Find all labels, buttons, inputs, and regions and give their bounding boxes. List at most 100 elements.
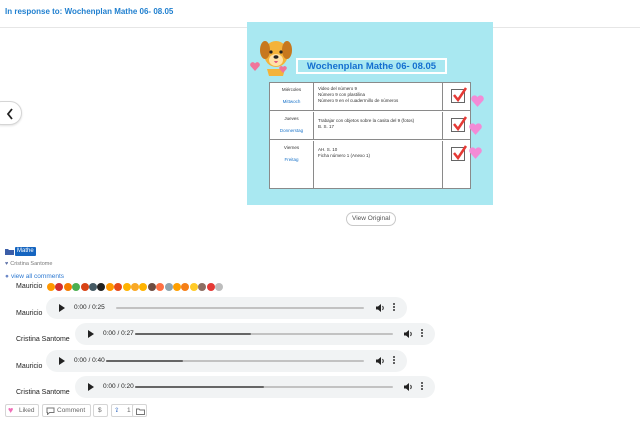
emoji-icon: [55, 283, 64, 291]
emoji-icon: [72, 283, 81, 291]
comment-author: Mauricio: [16, 363, 43, 370]
volume-icon[interactable]: [375, 303, 385, 313]
check-cell: [442, 141, 472, 189]
day-cell: Viernes Freitag: [270, 141, 314, 189]
emoji-icon: [206, 283, 215, 291]
task-text: B. S. 17: [318, 124, 335, 129]
emoji-icon: [156, 283, 165, 291]
audio-time: 0:00 / 0:40: [74, 357, 105, 364]
audio-time: 0:00 / 0:25: [74, 304, 105, 311]
share-count: 1: [127, 407, 131, 414]
emoji-icon: [131, 283, 139, 291]
heart-icon: ♥: [8, 405, 14, 415]
emoji-icon: [189, 283, 198, 291]
checkmark-icon: [453, 116, 468, 132]
task-text: Número 9 en el cuaderrnillo de números: [318, 98, 399, 103]
volume-icon[interactable]: [403, 382, 413, 392]
weekly-plan-table: Miércoles Mittwoch Video del número 9 Nú…: [269, 82, 471, 189]
day-spanish: Jueves: [284, 116, 299, 121]
play-icon[interactable]: [59, 304, 65, 312]
day-spanish: Miércoles: [281, 87, 302, 92]
table-row: Jueves Donnerstag Trabajar con objetos s…: [270, 112, 470, 140]
emoji-icon: [114, 283, 123, 291]
emoji-icon: [139, 283, 148, 291]
more-options-icon[interactable]: [420, 382, 424, 391]
in-response-title[interactable]: In response to: Wochenplan Mathe 06- 08.…: [5, 7, 173, 16]
check-cell: [442, 83, 472, 110]
heart-decoration: [279, 66, 287, 73]
audio-progress-fill: [135, 386, 264, 388]
emoji-icon: [147, 283, 156, 291]
heart-decoration: [471, 95, 484, 107]
checkbox: [451, 116, 468, 132]
play-icon[interactable]: [88, 383, 94, 391]
post-image[interactable]: Wochenplan Mathe 06- 08.05 Miércoles Mit…: [247, 22, 493, 205]
dollar-icon: $: [98, 407, 102, 414]
author-name: Cristina Santome: [10, 261, 53, 267]
tasks-cell: Trabajar con objetos sobre la casita del…: [318, 118, 414, 130]
day-cell: Jueves Donnerstag: [270, 112, 314, 139]
liked-by-line: ♥ Cristina Santome: [5, 261, 52, 267]
day-cell: Miércoles Mittwoch: [270, 83, 314, 110]
share-icon: ⇪: [114, 407, 120, 414]
emoji-icon: [47, 283, 55, 291]
emoji-icon: [198, 283, 207, 291]
emoji-icon: [181, 283, 190, 291]
audio-player[interactable]: 0:00 / 0:20: [75, 376, 435, 398]
audio-progress-fill: [135, 333, 252, 335]
share-button[interactable]: ⇪ 1: [111, 404, 134, 417]
heart-icon: ♥: [5, 261, 9, 267]
day-german: Freitag: [284, 157, 299, 162]
emoji-icon: [97, 283, 106, 291]
liked-label: Liked: [19, 407, 35, 414]
subject-tag[interactable]: Mathe: [15, 247, 36, 256]
more-options-icon[interactable]: [392, 356, 396, 365]
audio-time: 0:00 / 0:20: [103, 383, 134, 390]
volume-icon[interactable]: [375, 356, 385, 366]
back-button[interactable]: [0, 101, 22, 125]
table-row: Viernes Freitag AH. S. 10 Ficha número 1…: [270, 141, 470, 189]
emoji-icon: [63, 283, 72, 291]
comment-bubble-icon: ●: [5, 273, 9, 280]
play-icon[interactable]: [59, 357, 65, 365]
audio-progress-track[interactable]: [135, 386, 393, 388]
audio-progress-track[interactable]: [106, 360, 364, 362]
emoji-icon: [80, 283, 89, 291]
more-options-icon[interactable]: [420, 329, 424, 338]
checkbox: [451, 145, 468, 161]
checkmark-icon: [453, 145, 468, 161]
table-row: Miércoles Mittwoch Video del número 9 Nú…: [270, 83, 470, 111]
more-options-icon[interactable]: [392, 303, 396, 312]
audio-player[interactable]: 0:00 / 0:25: [46, 297, 407, 319]
liked-button[interactable]: ♥ Liked: [5, 404, 39, 417]
comment-author: Mauricio: [16, 310, 43, 317]
heart-decoration: [250, 62, 260, 71]
view-all-comments-link[interactable]: ● view all comments: [5, 273, 64, 280]
check-cell: [442, 112, 472, 139]
audio-progress-track[interactable]: [135, 333, 393, 335]
emoji-icon: [122, 283, 131, 291]
checkbox: [451, 87, 468, 103]
tasks-cell: Video del número 9 Número 9 con plastili…: [318, 86, 398, 104]
play-icon[interactable]: [88, 330, 94, 338]
comment-author: Mauricio: [16, 283, 43, 290]
chevron-left-icon: [6, 108, 13, 120]
heart-decoration: [469, 147, 482, 159]
comment-icon: [46, 407, 55, 415]
volume-icon[interactable]: [403, 329, 413, 339]
audio-player[interactable]: 0:00 / 0:40: [46, 350, 407, 372]
dollar-button[interactable]: $: [93, 404, 108, 417]
comment-button[interactable]: Comment: [42, 404, 91, 417]
folder-button[interactable]: [132, 404, 147, 417]
view-original-button[interactable]: View Original: [346, 212, 397, 226]
audio-player[interactable]: 0:00 / 0:27: [75, 323, 435, 345]
day-german: Donnerstag: [279, 128, 304, 133]
audio-progress-track[interactable]: [116, 307, 364, 309]
emoji-icon: [215, 283, 223, 291]
emoji-strip: [47, 282, 225, 292]
emoji-icon: [164, 283, 173, 291]
heart-decoration: [469, 123, 482, 135]
folder-icon: [136, 408, 145, 415]
comment-label: Comment: [57, 407, 86, 414]
emoji-icon: [89, 283, 97, 291]
